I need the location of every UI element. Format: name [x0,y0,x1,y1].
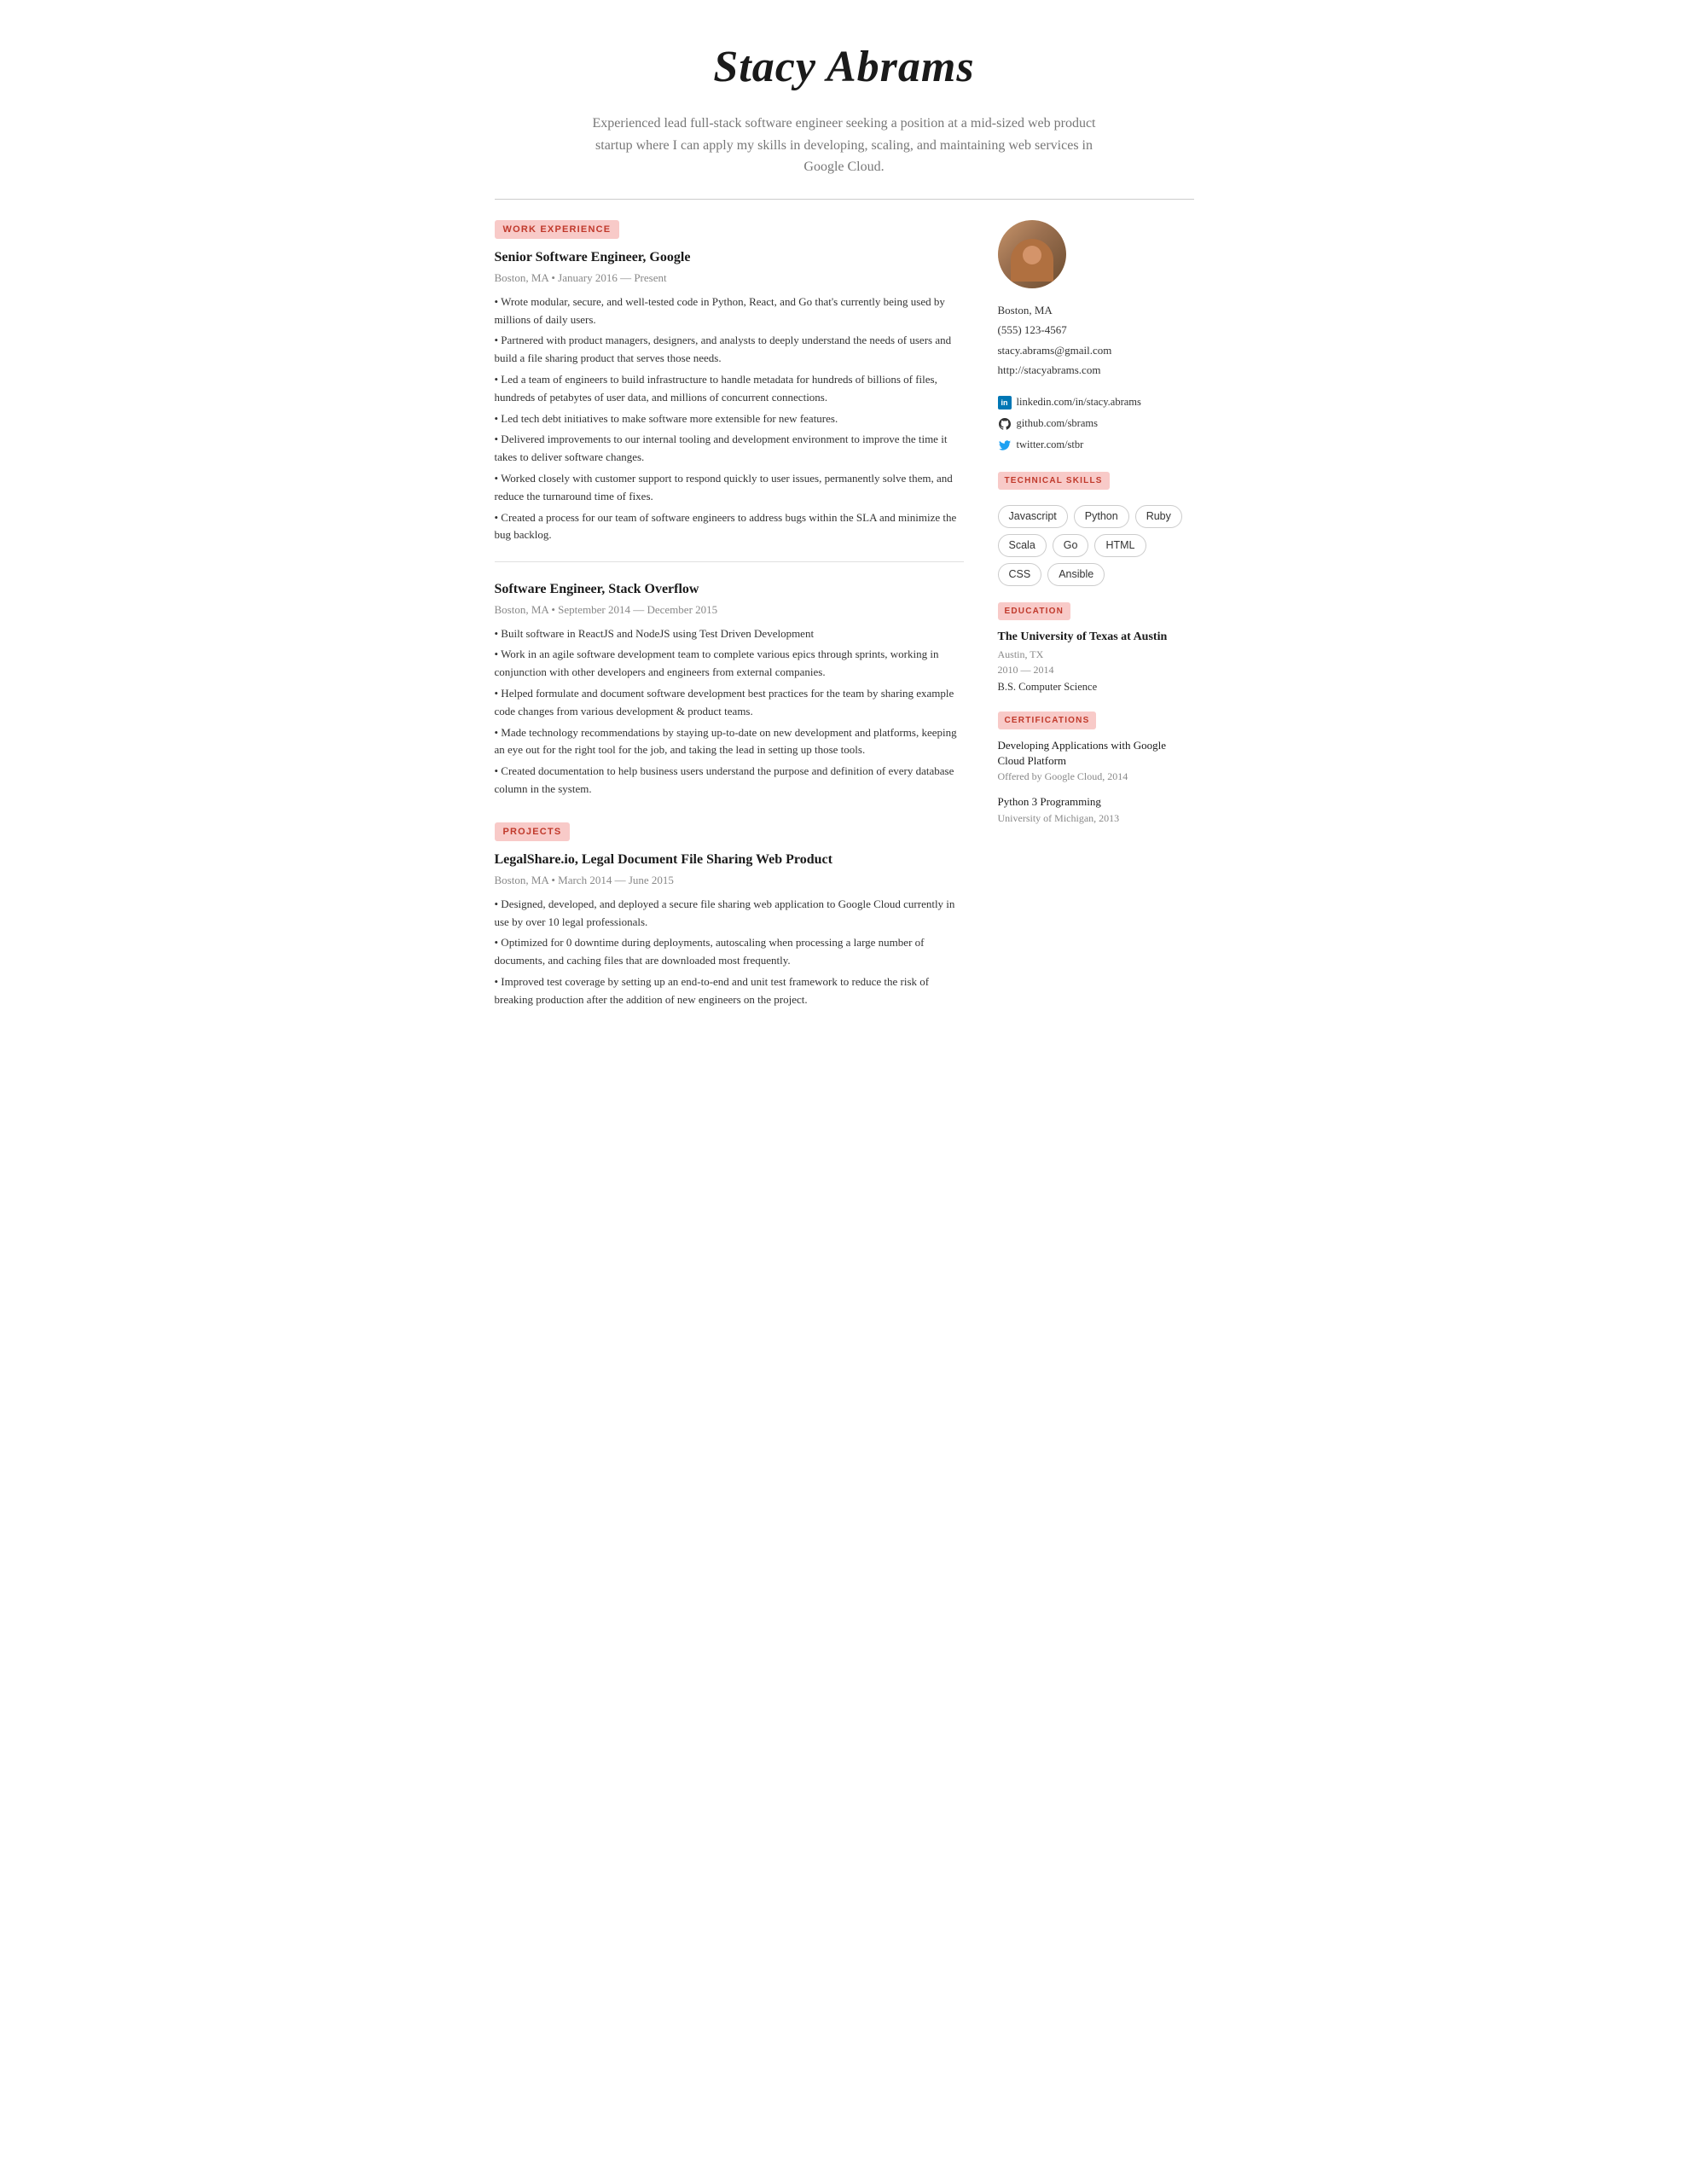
project-1-location: Boston, MA [495,874,549,886]
twitter-icon [998,439,1012,452]
job-2-bullet-3: • Helped formulate and document software… [495,685,964,721]
job-1-meta: Boston, MA • January 2016 — Present [495,270,964,287]
project-1-bullet-3: • Improved test coverage by setting up a… [495,973,964,1009]
contact-website: http://stacyabrams.com [998,360,1194,380]
skill-ansible: Ansible [1047,563,1105,586]
skill-ruby: Ruby [1135,505,1182,528]
cert-1-name: Developing Applications with Google Clou… [998,738,1194,769]
github-handle: github.com/sbrams [1017,413,1098,434]
resume-page: Stacy Abrams Experienced lead full-stack… [461,0,1228,1084]
edu-dates: 2010 — 2014 [998,662,1194,677]
education-section: EDUCATION The University of Texas at Aus… [998,601,1194,695]
skill-css: CSS [998,563,1042,586]
job-2-separator: • [551,603,558,616]
job-1-title: Senior Software Engineer, Google [495,247,964,268]
project-1-title: LegalShare.io, Legal Document File Shari… [495,850,964,870]
job-1-dates: January 2016 — Present [558,271,666,284]
social-twitter: twitter.com/stbr [998,434,1194,456]
cert-1: Developing Applications with Google Clou… [998,738,1194,784]
job-1-bullet-7: • Created a process for our team of soft… [495,509,964,545]
edu-location: Austin, TX [998,647,1194,662]
certifications-label: CERTIFICATIONS [998,712,1097,729]
job-1-bullet-3: • Led a team of engineers to build infra… [495,371,964,407]
job-2-dates: September 2014 — December 2015 [558,603,717,616]
project-1-separator: • [551,874,558,886]
job-divider-1 [495,561,964,562]
job-1-bullet-1: • Wrote modular, secure, and well-tested… [495,293,964,329]
candidate-summary: Experienced lead full-stack software eng… [580,113,1109,178]
left-column: WORK EXPERIENCE Senior Software Engineer… [495,220,964,1033]
social-github: github.com/sbrams [998,413,1194,434]
job-2-bullet-5: • Created documentation to help business… [495,763,964,799]
skill-go: Go [1053,534,1089,557]
cert-2-issuer: University of Michigan, 2013 [998,810,1194,826]
cert-2: Python 3 Programming University of Michi… [998,794,1194,825]
skill-html: HTML [1094,534,1146,557]
header: Stacy Abrams Experienced lead full-stack… [495,34,1194,178]
contact-info: Boston, MA (555) 123-4567 stacy.abrams@g… [998,300,1194,380]
twitter-handle: twitter.com/stbr [1017,434,1084,456]
job-1-location: Boston, MA [495,271,549,284]
job-2-bullets: • Built software in ReactJS and NodeJS u… [495,625,964,799]
main-layout: WORK EXPERIENCE Senior Software Engineer… [495,220,1194,1033]
candidate-name: Stacy Abrams [495,34,1194,101]
work-experience-section: WORK EXPERIENCE Senior Software Engineer… [495,220,964,799]
github-icon [998,417,1012,431]
contact-phone: (555) 123-4567 [998,320,1194,340]
edu-degree: B.S. Computer Science [998,679,1194,695]
edu-school: The University of Texas at Austin [998,629,1194,646]
skills-tags: Javascript Python Ruby Scala Go HTML CSS… [998,505,1194,585]
cert-1-issuer: Offered by Google Cloud, 2014 [998,769,1194,784]
technical-skills-label: TECHNICAL SKILLS [998,472,1110,490]
job-2-meta: Boston, MA • September 2014 — December 2… [495,601,964,619]
contact-city: Boston, MA [998,300,1194,320]
skill-python: Python [1074,505,1129,528]
job-1-separator: • [551,271,558,284]
job-1-bullets: • Wrote modular, secure, and well-tested… [495,293,964,544]
job-1: Senior Software Engineer, Google Boston,… [495,247,964,544]
technical-skills-section: TECHNICAL SKILLS Javascript Python Ruby … [998,471,1194,585]
avatar [998,220,1066,288]
cert-2-name: Python 3 Programming [998,794,1194,810]
project-1-bullets: • Designed, developed, and deployed a se… [495,896,964,1009]
job-2-location: Boston, MA [495,603,549,616]
work-experience-label: WORK EXPERIENCE [495,220,620,240]
job-2-bullet-1: • Built software in ReactJS and NodeJS u… [495,625,964,643]
linkedin-handle: linkedin.com/in/stacy.abrams [1017,392,1141,413]
skill-javascript: Javascript [998,505,1068,528]
social-links: in linkedin.com/in/stacy.abrams github.c… [998,392,1194,456]
project-1-bullet-1: • Designed, developed, and deployed a se… [495,896,964,932]
social-linkedin: in linkedin.com/in/stacy.abrams [998,392,1194,413]
job-1-bullet-2: • Partnered with product managers, desig… [495,332,964,368]
project-1-meta: Boston, MA • March 2014 — June 2015 [495,872,964,889]
job-1-bullet-4: • Led tech debt initiatives to make soft… [495,410,964,428]
job-2-bullet-2: • Work in an agile software development … [495,646,964,682]
job-2: Software Engineer, Stack Overflow Boston… [495,579,964,799]
project-1-dates: March 2014 — June 2015 [558,874,674,886]
contact-email: stacy.abrams@gmail.com [998,340,1194,360]
certifications-section: CERTIFICATIONS Developing Applications w… [998,711,1194,826]
project-1-bullet-2: • Optimized for 0 downtime during deploy… [495,934,964,970]
job-1-bullet-5: • Delivered improvements to our internal… [495,431,964,467]
header-divider [495,199,1194,200]
job-2-title: Software Engineer, Stack Overflow [495,579,964,600]
job-1-bullet-6: • Worked closely with customer support t… [495,470,964,506]
project-1: LegalShare.io, Legal Document File Shari… [495,850,964,1008]
skill-scala: Scala [998,534,1047,557]
linkedin-icon: in [998,396,1012,410]
projects-label: PROJECTS [495,822,571,842]
projects-section: PROJECTS LegalShare.io, Legal Document F… [495,822,964,1009]
avatar-image [998,220,1066,288]
right-column: Boston, MA (555) 123-4567 stacy.abrams@g… [998,220,1194,841]
job-2-bullet-4: • Made technology recommendations by sta… [495,724,964,760]
education-label: EDUCATION [998,602,1071,620]
